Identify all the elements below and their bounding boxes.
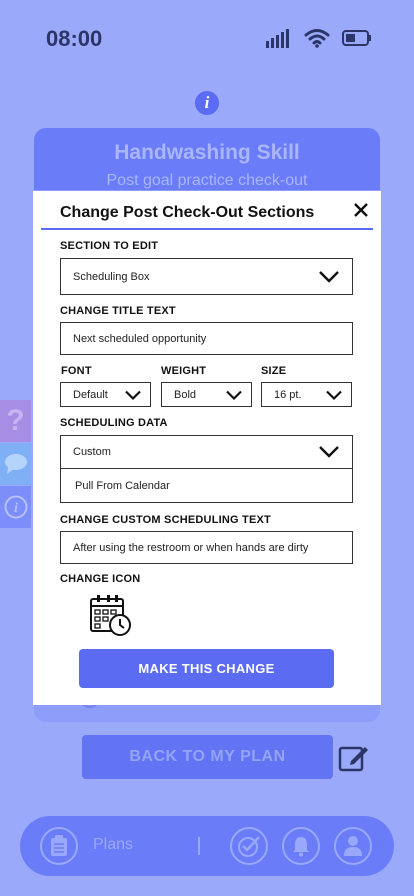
- chat-icon: [4, 454, 27, 474]
- weight-label: WEIGHT: [161, 365, 207, 377]
- chat-tab[interactable]: [0, 443, 31, 485]
- make-change-button[interactable]: MAKE THIS CHANGE: [79, 649, 334, 688]
- question-icon: ?: [6, 404, 25, 437]
- chevron-down-icon: [125, 390, 141, 400]
- weight-select[interactable]: Bold: [161, 382, 252, 407]
- close-icon: [354, 203, 368, 217]
- help-tab[interactable]: ?: [0, 400, 31, 442]
- scheduling-value: Custom: [73, 446, 111, 458]
- chevron-down-icon: [226, 390, 242, 400]
- scheduling-option[interactable]: Pull From Calendar: [60, 468, 353, 503]
- title-text-value: Next scheduled opportunity: [73, 332, 207, 345]
- section-select[interactable]: Scheduling Box: [60, 258, 353, 295]
- scheduling-select[interactable]: Custom: [60, 435, 353, 469]
- icon-label: CHANGE ICON: [60, 573, 141, 585]
- clipboard-icon: [51, 835, 67, 856]
- back-to-plan-button[interactable]: BACK TO MY PLAN: [82, 735, 333, 779]
- scheduling-label: SCHEDULING DATA: [60, 417, 168, 429]
- check-circle-icon: [238, 836, 260, 857]
- info-icon[interactable]: i: [195, 91, 219, 115]
- custom-text-label: CHANGE CUSTOM SCHEDULING TEXT: [60, 514, 271, 526]
- calendar-clock-icon[interactable]: [89, 594, 133, 638]
- chevron-down-icon: [319, 446, 339, 458]
- chevron-down-icon: [319, 270, 339, 283]
- bottom-nav: Plans: [20, 816, 394, 876]
- info-circle-icon: i: [4, 495, 27, 519]
- nav-profile-button[interactable]: [334, 827, 372, 865]
- nav-goals-button[interactable]: [230, 827, 268, 865]
- bell-icon: [293, 837, 309, 857]
- nav-notifications-button[interactable]: [282, 827, 320, 865]
- chevron-down-icon: [326, 390, 342, 400]
- nav-divider: [198, 837, 200, 855]
- scheduling-option-label: Pull From Calendar: [75, 479, 170, 492]
- info-tab[interactable]: i: [0, 486, 31, 528]
- wifi-icon: [304, 29, 330, 48]
- weight-value: Bold: [174, 388, 197, 401]
- section-value: Scheduling Box: [73, 270, 150, 283]
- font-select[interactable]: Default: [60, 382, 151, 407]
- status-time: 08:00: [46, 26, 103, 51]
- custom-text-value: After using the restroom or when hands a…: [73, 541, 309, 554]
- edit-sections-modal: Change Post Check-Out Sections SECTION T…: [33, 191, 381, 705]
- close-button[interactable]: [350, 199, 372, 221]
- signal-icon: [266, 29, 289, 48]
- modal-title: Change Post Check-Out Sections: [60, 204, 315, 221]
- size-value: 16 pt.: [274, 388, 302, 401]
- status-icons: [266, 28, 372, 48]
- font-label: FONT: [61, 365, 92, 377]
- modal-divider: [41, 228, 373, 230]
- title-text-label: CHANGE TITLE TEXT: [60, 305, 176, 317]
- size-select[interactable]: 16 pt.: [261, 382, 352, 407]
- skill-subtitle: Post goal practice check-out: [106, 172, 308, 189]
- custom-text-input[interactable]: After using the restroom or when hands a…: [60, 531, 353, 564]
- nav-plans-button[interactable]: [40, 827, 78, 865]
- section-label: SECTION TO EDIT: [60, 240, 159, 252]
- edit-icon[interactable]: [337, 742, 369, 774]
- title-text-input[interactable]: Next scheduled opportunity: [60, 322, 353, 355]
- size-label: SIZE: [261, 365, 287, 377]
- user-icon: [344, 836, 362, 856]
- font-value: Default: [73, 388, 108, 401]
- skill-title: Handwashing Skill: [114, 141, 300, 164]
- battery-icon: [342, 30, 371, 46]
- svg-text:i: i: [14, 501, 18, 516]
- nav-plans-label[interactable]: Plans: [93, 836, 133, 854]
